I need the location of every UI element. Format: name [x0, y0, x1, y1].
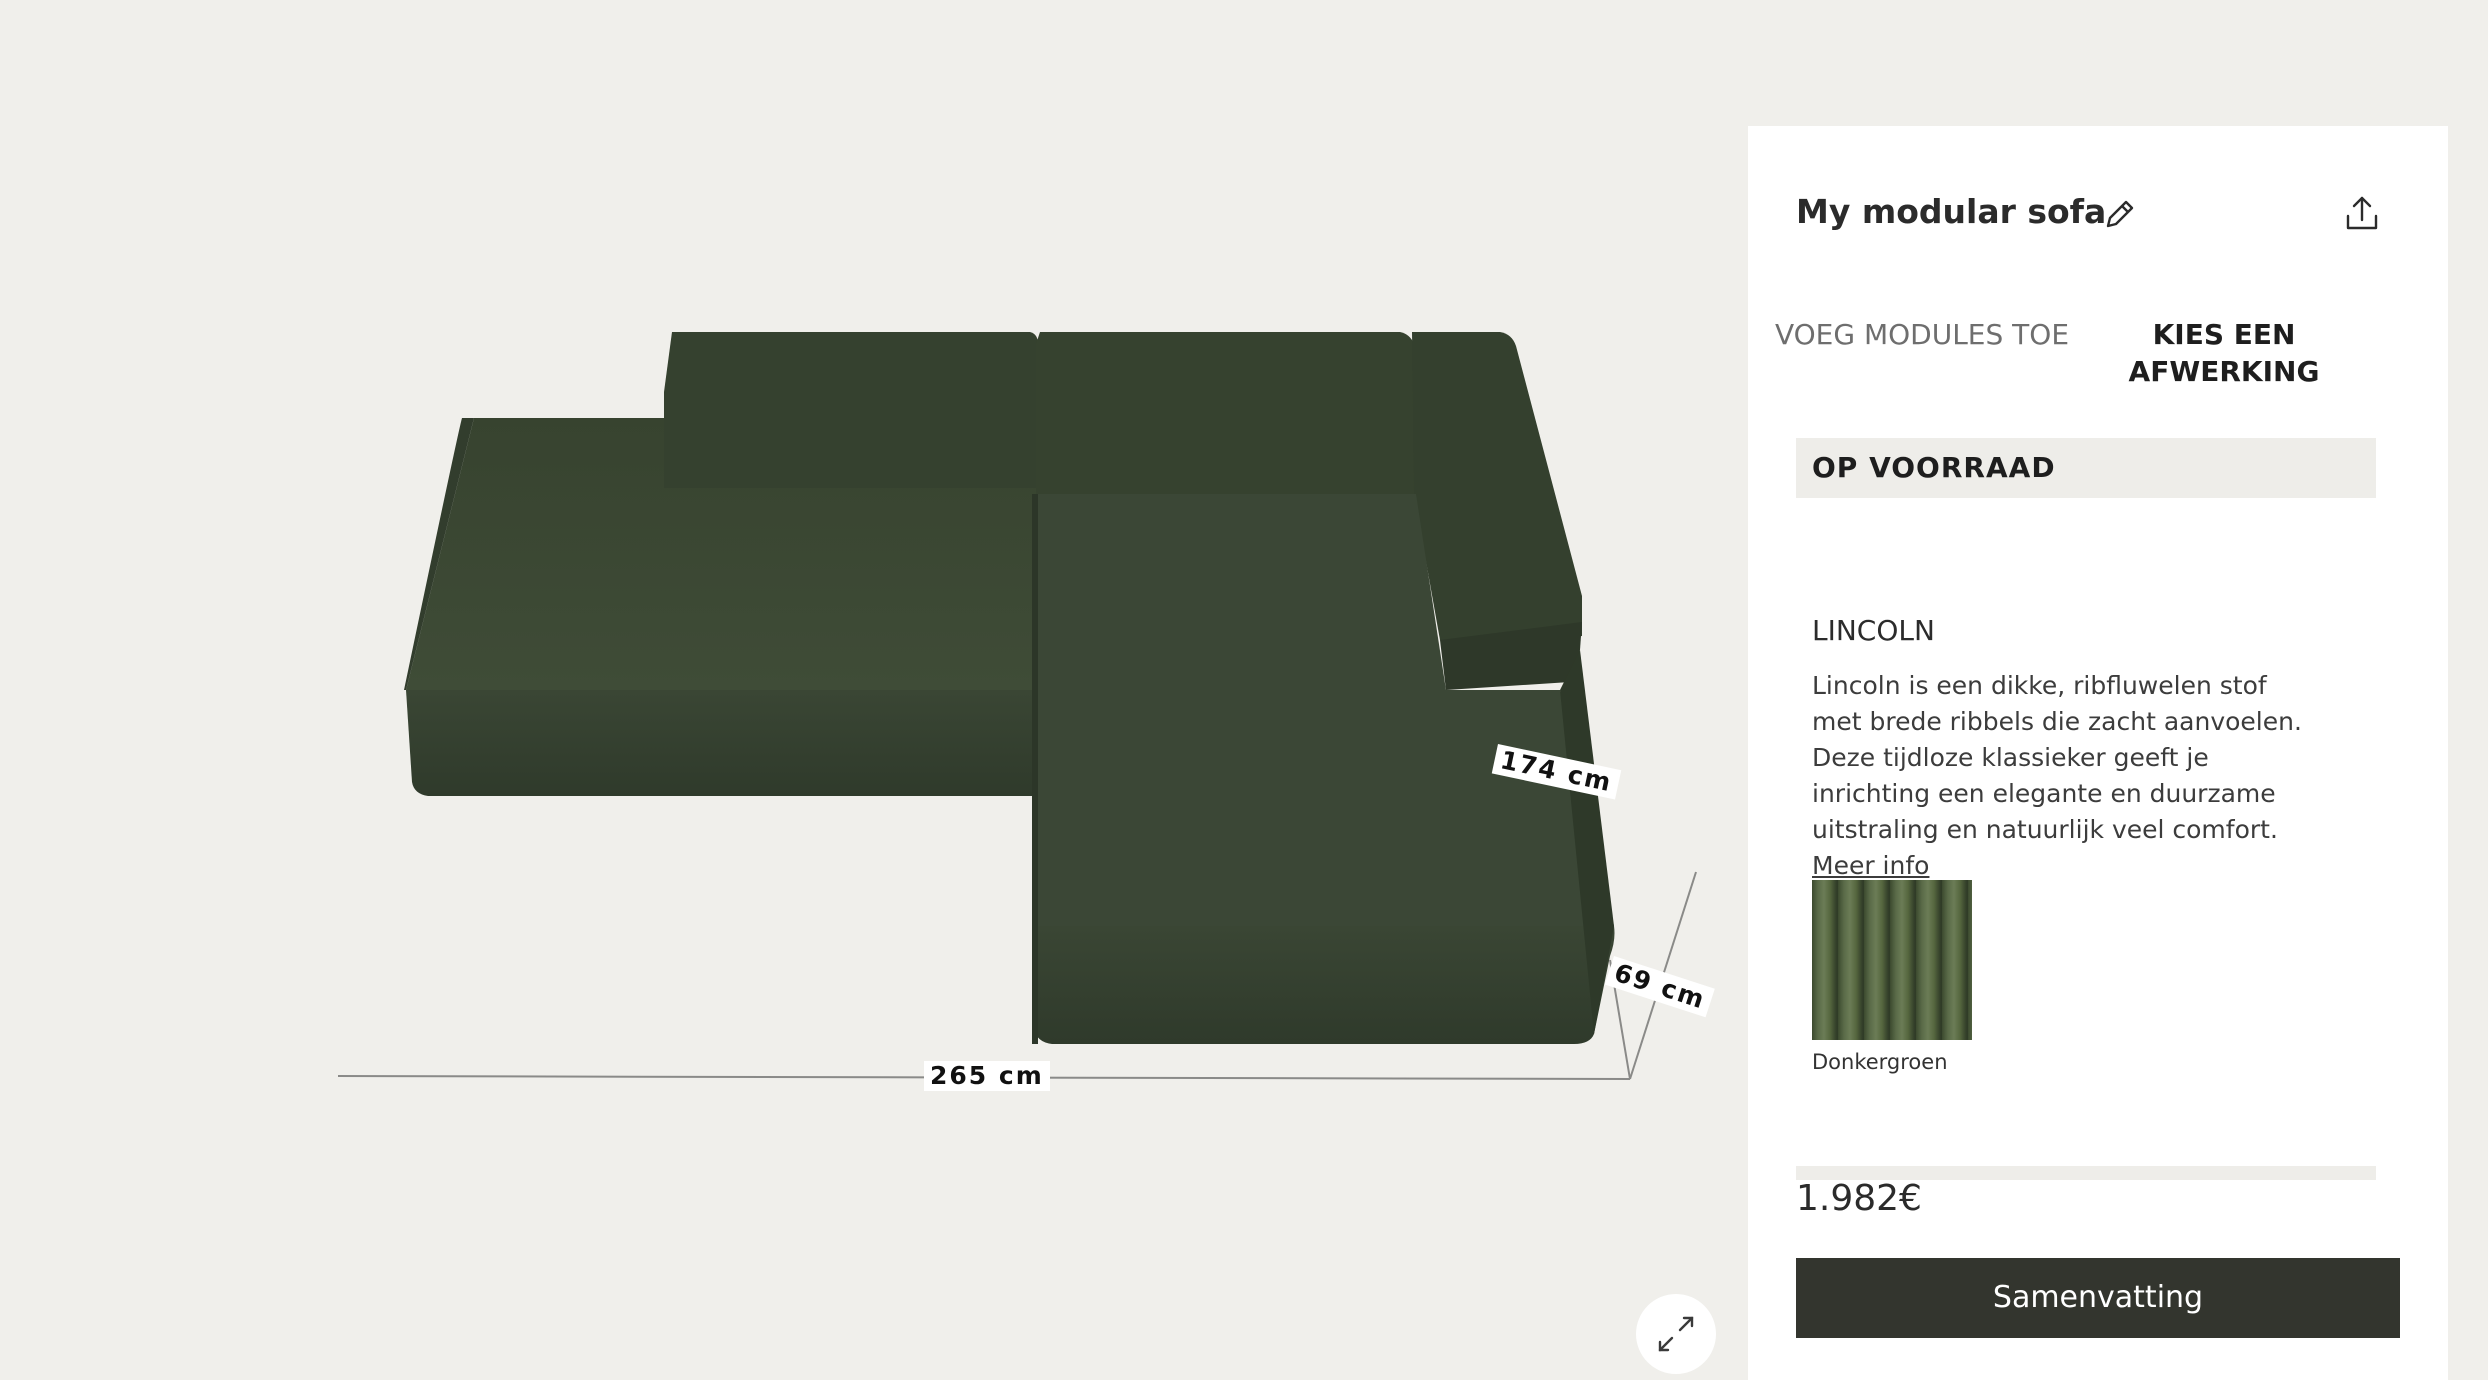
tab-add-modules[interactable]: VOEG MODULES TOE — [1772, 316, 2072, 353]
more-info-link[interactable]: Meer info — [1812, 851, 1929, 880]
total-price: 1.982€ — [1796, 1178, 1922, 1219]
share-button[interactable] — [2340, 192, 2384, 236]
fabric-description-text: Lincoln is een dikke, ribfluwelen stof m… — [1812, 671, 2302, 844]
summary-button[interactable]: Samenvatting — [1796, 1258, 2400, 1338]
panel-title: My modular sofa — [1796, 192, 2107, 231]
edit-title-button[interactable] — [2100, 194, 2140, 234]
fabric-name: LINCOLN — [1812, 614, 1935, 647]
share-upload-icon — [2346, 196, 2378, 230]
expand-fullscreen-button[interactable] — [1636, 1294, 1716, 1374]
pencil-icon — [2106, 200, 2134, 228]
sofa-render — [337, 332, 1697, 1080]
expand-arrows-icon — [1658, 1316, 1694, 1352]
width-dimension-label: 265 cm — [924, 1061, 1050, 1091]
fabric-swatch-donkergroen[interactable] — [1812, 880, 1972, 1040]
section-header-in-stock: OP VOORRAAD — [1796, 438, 2376, 498]
sofa-3d-viewer[interactable]: 265 cm 174 cm 69 cm — [0, 0, 1748, 1380]
finish-list[interactable]: OP VOORRAAD LINCOLN Lincoln is een dikke… — [1796, 438, 2400, 1180]
tab-choose-finish[interactable]: KIES EEN AFWERKING — [2074, 316, 2374, 390]
fabric-description: Lincoln is een dikke, ribfluwelen stof m… — [1812, 668, 2312, 884]
swatch-label: Donkergroen — [1812, 1050, 1948, 1074]
configurator-panel: My modular sofa VOEG MODULES TOE KIES EE… — [1748, 126, 2448, 1380]
